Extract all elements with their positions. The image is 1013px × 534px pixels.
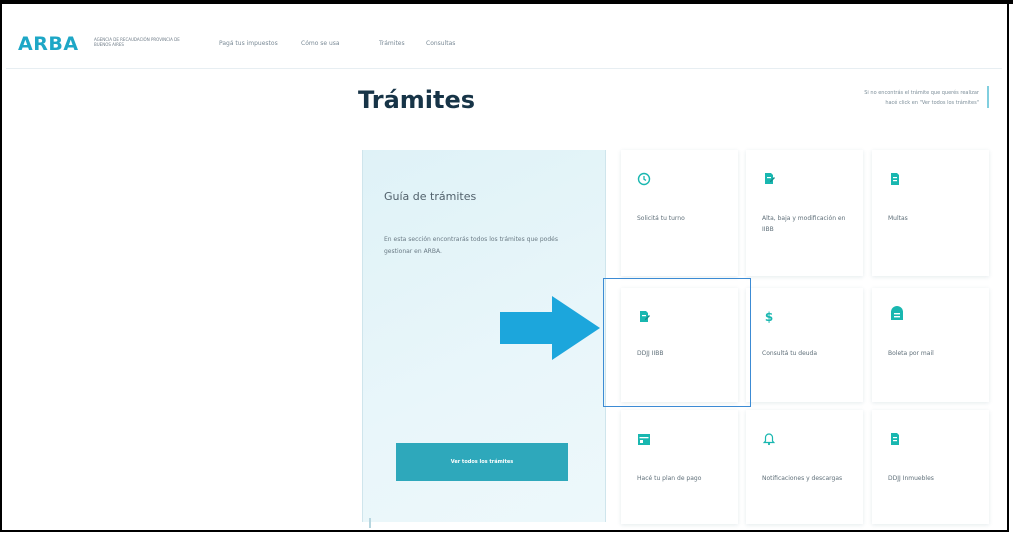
clock-icon <box>637 172 651 186</box>
mailbox-icon <box>888 304 906 322</box>
nav-pay-taxes[interactable]: Pagá tus impuestos <box>219 40 278 47</box>
card-check-debt[interactable]: $ Consultá tu deuda <box>746 288 863 402</box>
top-navbar: ARBA AGENCIA DE RECAUDACIÓN PROVINCIA DE… <box>6 6 1002 69</box>
dollar-icon: $ <box>764 310 774 324</box>
card-label: Multas <box>888 215 908 222</box>
guide-title: Guía de trámites <box>384 190 477 203</box>
view-all-procedures-button[interactable]: Ver todos los trámites <box>396 443 568 481</box>
card-request-appointment[interactable]: Solicitá tu turno <box>621 150 738 276</box>
card-label: Consultá tu deuda <box>762 350 818 357</box>
guide-description: En esta sección encontrarás todos los tr… <box>384 236 558 255</box>
page-title: Trámites <box>358 86 476 114</box>
nav-how-to-use[interactable]: Cómo se usa <box>301 40 340 47</box>
card-label: Alta, baja y modificación en IIBB <box>762 215 846 233</box>
document-icon <box>888 432 902 446</box>
help-text: Si no encontrás el trámite que querés re… <box>790 88 979 108</box>
help-line-1: Si no encontrás el trámite que querés re… <box>864 90 979 96</box>
card-label: Hacé tu plan de pago <box>637 475 702 482</box>
card-fines[interactable]: Multas <box>872 150 989 276</box>
logo-subtitle: AGENCIA DE RECAUDACIÓN PROVINCIA DE BUEN… <box>94 37 180 47</box>
card-payment-plan[interactable]: Hacé tu plan de pago <box>621 410 738 524</box>
card-label: DDJJ Inmuebles <box>888 475 934 482</box>
pointer-arrow-icon <box>500 296 600 360</box>
document-icon <box>888 172 902 186</box>
nav-procedures[interactable]: Trámites <box>379 40 405 47</box>
calendar-icon <box>637 432 651 446</box>
card-bill-by-mail[interactable]: Boleta por mail <box>872 288 989 402</box>
card-label: Notificaciones y descargas <box>762 475 843 482</box>
card-label: Boleta por mail <box>888 350 934 357</box>
arba-logo[interactable]: ARBA <box>18 33 79 55</box>
help-accent-bar <box>987 86 989 108</box>
document-edit-icon <box>762 172 776 186</box>
card-registration-iibb[interactable]: Alta, baja y modificación en IIBB <box>746 150 863 276</box>
selection-highlight-box <box>603 278 751 407</box>
card-ddjj-properties[interactable]: DDJJ Inmuebles <box>872 410 989 524</box>
nav-inquiries[interactable]: Consultas <box>426 40 455 47</box>
card-label: Solicitá tu turno <box>637 215 685 222</box>
card-notifications[interactable]: Notificaciones y descargas <box>746 410 863 524</box>
panel-shadow <box>369 518 371 528</box>
bell-icon <box>762 432 776 446</box>
help-line-2[interactable]: hacé click en "Ver todos los trámites" <box>790 98 979 108</box>
